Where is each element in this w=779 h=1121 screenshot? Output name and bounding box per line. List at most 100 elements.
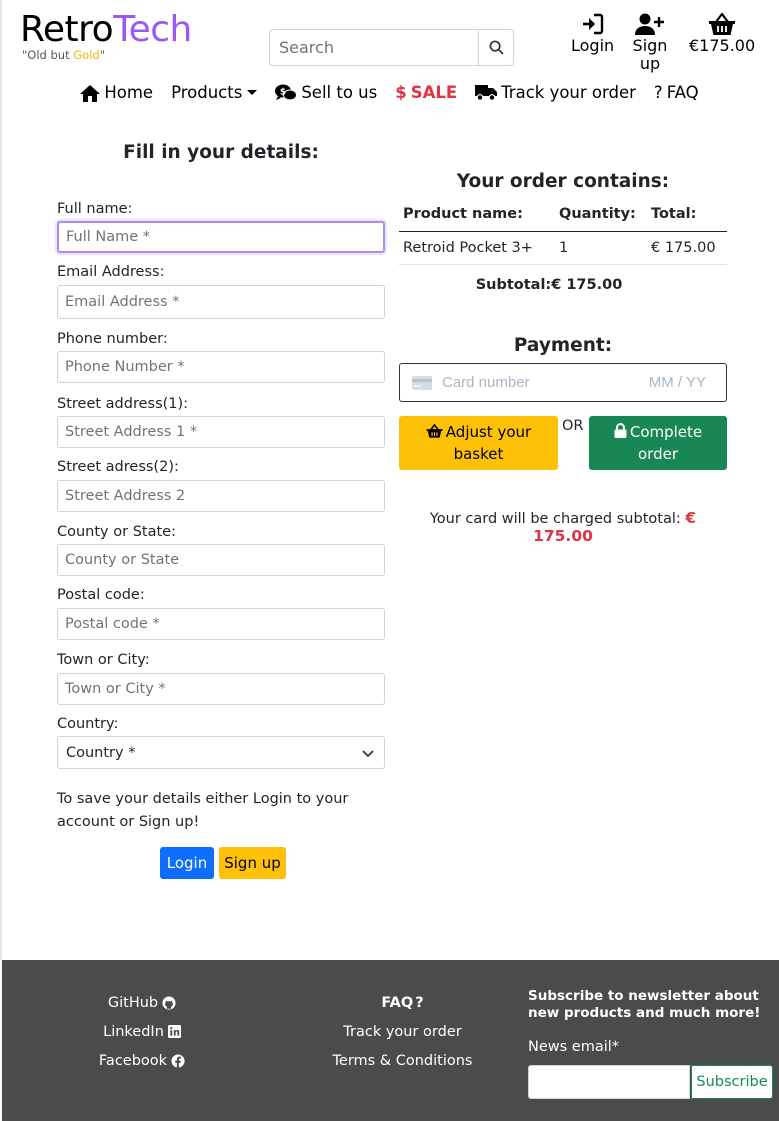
comments-dollar-icon: $ — [275, 84, 298, 100]
logo-retro: Retro — [20, 9, 114, 50]
search-bar — [269, 29, 514, 66]
lock-icon — [614, 423, 627, 438]
footer: GitHub LinkedIn Facebook FAQ? Track your… — [2, 960, 779, 1121]
table-row: Retroid Pocket 3+ 1 € 175.00 — [399, 231, 727, 265]
county-field[interactable] — [57, 544, 385, 576]
or-text: OR — [562, 418, 584, 434]
expiry-placeholder: MM / YY — [648, 374, 706, 391]
nav-sale[interactable]: $ SALE — [395, 83, 457, 102]
signup-label: Sign up — [632, 36, 668, 73]
country-value: Country * — [66, 744, 136, 761]
linkedin-label: LinkedIn — [103, 1023, 164, 1040]
header-signup[interactable]: Sign up — [632, 13, 668, 73]
charge-text: Your card will be charged subtotal: — [429, 511, 686, 527]
postal-label: Postal code: — [57, 587, 145, 603]
complete-order-text: Complete order — [629, 423, 703, 463]
search-button[interactable] — [479, 29, 514, 66]
logo[interactable]: RetroTech "Old but Gold" — [20, 8, 192, 62]
street1-field[interactable] — [57, 416, 385, 448]
page-border — [0, 0, 2, 960]
column-header: Product name: — [399, 198, 555, 232]
github-label: GitHub — [107, 994, 159, 1011]
nav-sale-label: SALE — [410, 83, 458, 102]
truck-icon — [475, 85, 498, 101]
nav-track[interactable]: Track your order — [475, 83, 636, 102]
product-quantity: 1 — [555, 231, 647, 265]
footer-terms-link[interactable]: Terms & Conditions — [320, 1046, 485, 1075]
complete-order-label: Complete order — [589, 421, 727, 465]
nav-sell-label: Sell to us — [301, 83, 378, 102]
linkedin-icon — [167, 1025, 181, 1038]
logo-text: RetroTech — [20, 8, 192, 52]
search-input[interactable] — [269, 29, 479, 66]
town-label: Town or City: — [57, 652, 150, 668]
nav-home-label: Home — [104, 83, 154, 102]
product-total: € 175.00 — [647, 231, 727, 265]
login-icon — [582, 13, 603, 35]
add-user-icon — [635, 13, 664, 35]
order-table: Product name: Quantity: Total: Retroid P… — [399, 198, 727, 265]
nav-faq[interactable]: ? FAQ — [654, 83, 699, 102]
search-icon — [489, 40, 504, 55]
facebook-icon — [171, 1053, 185, 1068]
chevron-down-icon — [362, 750, 374, 758]
card-number-placeholder: Card number — [442, 374, 530, 391]
phone-field[interactable] — [57, 351, 385, 383]
footer-github-link[interactable]: GitHub — [92, 988, 192, 1017]
nav-sell[interactable]: $ Sell to us — [275, 83, 377, 102]
basket-icon — [709, 13, 736, 35]
signup-button[interactable]: Sign up — [219, 847, 286, 879]
nav-home[interactable]: Home — [80, 83, 153, 102]
card-input[interactable]: Card number MM / YY — [399, 363, 727, 402]
credit-card-icon — [412, 375, 432, 390]
street2-label: Street adress(2): — [57, 459, 179, 475]
tagline-gold: Gold — [73, 48, 100, 62]
fullname-field[interactable] — [57, 221, 385, 253]
town-field[interactable] — [57, 673, 385, 705]
table-header-row: Product name: Quantity: Total: — [399, 198, 727, 232]
adjust-basket-text: Adjust your basket — [445, 423, 532, 463]
order-subtotal: Subtotal:€ 175.00 — [475, 277, 623, 293]
question-icon: ? — [415, 994, 424, 1011]
login-button[interactable]: Login — [160, 847, 214, 879]
footer-facebook-link[interactable]: Facebook — [92, 1046, 192, 1075]
order-title: Your order contains: — [456, 171, 670, 192]
footer-faq-link[interactable]: FAQ? — [320, 988, 485, 1017]
home-icon — [80, 84, 101, 102]
logo-tech: Tech — [113, 9, 192, 50]
charge-info: Your card will be charged subtotal: € 17… — [399, 509, 727, 545]
county-label: County or State: — [57, 524, 176, 540]
news-email-label: News email* — [528, 1039, 620, 1055]
nav-products[interactable]: Products — [171, 83, 258, 102]
fullname-label: Full name: — [57, 201, 133, 217]
github-icon — [162, 995, 176, 1010]
header-login[interactable]: Login — [571, 13, 614, 55]
newsletter-title: Subscribe to newsletter about new produc… — [528, 988, 761, 1021]
save-details-text: To save your details either Login to you… — [57, 791, 349, 830]
street2-field[interactable] — [57, 480, 385, 512]
footer-links: FAQ? Track your order Terms & Conditions — [320, 988, 485, 1075]
footer-track-link[interactable]: Track your order — [320, 1017, 485, 1046]
column-header: Total: — [647, 198, 727, 232]
news-email-input[interactable] — [528, 1065, 690, 1099]
question-icon: ? — [653, 83, 663, 102]
basket-icon — [426, 423, 443, 438]
footer-linkedin-link[interactable]: LinkedIn — [92, 1017, 192, 1046]
complete-order-button[interactable]: Complete order — [589, 416, 727, 470]
email-field[interactable] — [57, 285, 385, 319]
postal-field[interactable] — [57, 608, 385, 640]
adjust-basket-label: Adjust your basket — [399, 421, 558, 465]
email-label: Email Address: — [57, 264, 165, 280]
basket-total: €175.00 — [689, 36, 756, 55]
login-label: Login — [571, 36, 615, 55]
facebook-label: Facebook — [98, 1052, 168, 1069]
footer-social: GitHub LinkedIn Facebook — [92, 988, 192, 1075]
adjust-basket-button[interactable]: Adjust your basket — [399, 416, 558, 470]
header-basket[interactable]: €175.00 — [689, 13, 755, 55]
nav-faq-label: FAQ — [666, 83, 699, 102]
tagline-prefix: "Old but — [22, 48, 74, 62]
main-nav: Home Products $ Sell to us $ SALE Track … — [0, 83, 779, 102]
subscribe-button[interactable]: Subscribe — [691, 1065, 773, 1099]
country-select[interactable]: Country * — [57, 736, 385, 769]
product-name: Retroid Pocket 3+ — [399, 231, 555, 265]
